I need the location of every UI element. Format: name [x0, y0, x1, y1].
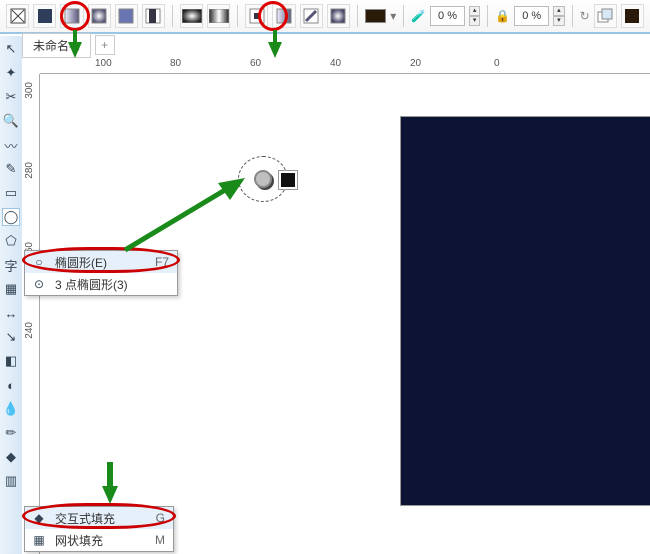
node-type-a-icon[interactable]	[245, 4, 268, 28]
ellipse-icon: ○	[31, 254, 47, 270]
ruler-tick: 100	[95, 58, 112, 69]
top-toolbar: ▾ 🧪 0 % ▴▾ 🔒 0 % ▴▾ ↻	[0, 0, 650, 34]
connector-tool-icon[interactable]: ↘	[2, 328, 20, 346]
edit-fill-icon[interactable]	[621, 4, 644, 28]
refresh-icon[interactable]: ↻	[580, 9, 590, 23]
flyout-item-3pt-ellipse[interactable]: ⊙ 3 点椭圆形(3)	[25, 273, 177, 295]
interactive-fill-tool-icon[interactable]: ◆	[2, 448, 20, 466]
gradient-b-icon[interactable]	[207, 4, 230, 28]
freehand-tool-icon[interactable]: 〰	[2, 136, 20, 154]
toolbox: ↖ ✦ ✂ 🔍 〰 ✎ ▭ ◯ ⬠ 字 ▦ ↔ ↘ ◧ ◐ 💧 ✏ ◆ ▥	[0, 36, 22, 554]
ruler-horizontal: 100 80 60 40 20 0	[40, 58, 650, 74]
tab-add-button[interactable]: +	[95, 35, 115, 55]
ruler-tick: 300	[24, 82, 35, 99]
fill-solid-icon[interactable]	[33, 4, 56, 28]
separator	[357, 5, 358, 27]
separator	[172, 5, 173, 27]
node-type-c-icon[interactable]	[300, 4, 323, 28]
text-tool-icon[interactable]: 字	[2, 256, 20, 274]
dimension-tool-icon[interactable]: ↔	[2, 304, 20, 322]
lock-icon[interactable]: 🔒	[495, 9, 510, 23]
rectangle-tool-icon[interactable]: ▭	[2, 184, 20, 202]
fill-linear-icon[interactable]	[60, 4, 83, 28]
flyout-label: 3 点椭圆形(3)	[55, 276, 128, 293]
dropdown-caret-icon[interactable]: ▾	[390, 9, 396, 23]
separator	[237, 5, 238, 27]
flyout-shortcut: M	[155, 533, 165, 547]
zoom-tool-icon[interactable]: 🔍	[2, 112, 20, 130]
separator	[572, 5, 573, 27]
shape-tool-icon[interactable]: ✦	[2, 64, 20, 82]
ruler-tick: 280	[24, 162, 35, 179]
ruler-tick: 60	[250, 58, 261, 69]
flyout-shortcut: G	[156, 511, 165, 525]
selected-ellipse[interactable]	[238, 156, 288, 202]
document-tabs: 未命名-1 +	[22, 34, 115, 56]
fill-square-icon[interactable]	[142, 4, 165, 28]
ruler-vertical: 300 280 260 240	[22, 74, 40, 554]
drawn-rectangle[interactable]	[400, 116, 650, 506]
outline-tool-icon[interactable]: ✏	[2, 424, 20, 442]
ruler-tick: 240	[24, 322, 35, 339]
mesh-fill-icon: ▦	[31, 532, 47, 548]
ruler-tick: 40	[330, 58, 341, 69]
flyout-label: 网状填充	[55, 532, 103, 549]
flyout-item-ellipse[interactable]: ○ 椭圆形(E) F7	[25, 251, 177, 273]
transparency-tool-icon[interactable]: ◐	[2, 376, 20, 394]
opacity1-stepper[interactable]: ▴▾	[469, 6, 481, 26]
copy-fill-icon[interactable]	[594, 4, 617, 28]
ellipse-tool-icon[interactable]: ◯	[2, 208, 20, 226]
opacity2-stepper[interactable]: ▴▾	[553, 6, 565, 26]
ruler-tick: 80	[170, 58, 181, 69]
ellipse-flyout: ○ 椭圆形(E) F7 ⊙ 3 点椭圆形(3)	[24, 250, 178, 296]
tab-active[interactable]: 未命名-1	[22, 33, 91, 58]
separator	[487, 5, 488, 27]
crop-tool-icon[interactable]: ✂	[2, 88, 20, 106]
annotation-arrow	[265, 30, 285, 58]
three-point-ellipse-icon: ⊙	[31, 276, 47, 292]
flyout-shortcut: F7	[155, 255, 169, 269]
effects-tool-icon[interactable]: ◧	[2, 352, 20, 370]
fill-none-icon[interactable]	[6, 4, 29, 28]
flyout-label: 交互式填充	[55, 510, 115, 527]
opacity2-field[interactable]: 0 %	[514, 6, 549, 26]
flyout-label: 椭圆形(E)	[55, 254, 107, 271]
fill-flyout: ◆ 交互式填充 G ▦ 网状填充 M	[24, 506, 174, 552]
node-type-b-icon[interactable]	[272, 4, 295, 28]
eyedropper-icon[interactable]: 🧪	[411, 9, 426, 23]
smart-fill-tool-icon[interactable]: ▥	[2, 472, 20, 490]
separator	[403, 5, 404, 27]
ruler-tick: 20	[410, 58, 421, 69]
ruler-tick: 0	[494, 58, 500, 69]
flyout-item-mesh-fill[interactable]: ▦ 网状填充 M	[25, 529, 173, 551]
node-type-d-icon[interactable]	[327, 4, 350, 28]
artistic-media-icon[interactable]: ✎	[2, 160, 20, 178]
canvas[interactable]	[40, 74, 650, 554]
gradient-a-icon[interactable]	[180, 4, 203, 28]
color-swatch[interactable]	[365, 9, 386, 23]
opacity1-field[interactable]: 0 %	[430, 6, 465, 26]
polygon-tool-icon[interactable]: ⬠	[2, 232, 20, 250]
table-tool-icon[interactable]: ▦	[2, 280, 20, 298]
flyout-item-interactive-fill[interactable]: ◆ 交互式填充 G	[25, 507, 173, 529]
fill-conical-icon[interactable]	[115, 4, 138, 28]
pick-tool-icon[interactable]: ↖	[2, 40, 20, 58]
eyedropper-tool-icon[interactable]: 💧	[2, 400, 20, 418]
fill-elliptical-icon[interactable]	[88, 4, 111, 28]
interactive-fill-icon: ◆	[31, 510, 47, 526]
